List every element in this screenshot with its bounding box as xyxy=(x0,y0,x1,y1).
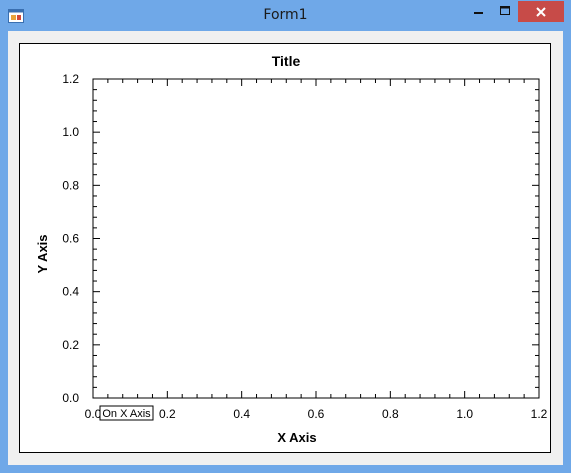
close-icon xyxy=(536,6,546,17)
x-tick-label: 1.0 xyxy=(456,407,473,421)
y-tick-label: 0.6 xyxy=(62,232,79,246)
x-axis-label: X Axis xyxy=(277,430,316,445)
y-tick-label: 1.2 xyxy=(62,72,79,86)
title-bar[interactable]: Form1 xyxy=(0,0,571,30)
plot-border xyxy=(92,78,540,399)
x-tick-label: 0.8 xyxy=(382,407,399,421)
minimize-button[interactable] xyxy=(465,1,492,21)
chart-control[interactable]: Title X Axis Y Axis 0.0 0.2 0.4 0.6 0.8 1.0 1.… xyxy=(19,43,551,453)
x-tick-label: 1.2 xyxy=(531,407,548,421)
axis-annotation: On X Axis xyxy=(99,405,154,421)
close-button[interactable] xyxy=(518,1,564,22)
chart-title: Title xyxy=(272,53,301,69)
form-window: Form1 Title X Axis Y Axis 0.0 0.2 0.4 0.6 0.… xyxy=(0,0,571,473)
minimize-icon xyxy=(473,12,483,14)
x-tick-label: 0.0 xyxy=(85,407,102,421)
form-client-area: Title X Axis Y Axis 0.0 0.2 0.4 0.6 0.8 1.0 1.… xyxy=(8,31,563,465)
plot-area: 0.0 0.2 0.4 0.6 0.8 1.0 1.2 0.0 0.2 0.4 0.6 0.8 1.0 1… xyxy=(62,72,547,421)
y-axis-label: Y Axis xyxy=(35,234,50,273)
y-tick-label: 0.4 xyxy=(62,285,79,299)
y-tick-label: 0.2 xyxy=(62,338,79,352)
x-tick-label: 0.6 xyxy=(308,407,325,421)
y-tick-label: 0.8 xyxy=(62,178,79,192)
y-tick-label: 1.0 xyxy=(62,125,79,139)
annotation-text: On X Axis xyxy=(102,408,151,420)
maximize-button[interactable] xyxy=(492,1,518,21)
x-tick-label: 0.2 xyxy=(159,407,176,421)
x-tick-label: 0.4 xyxy=(233,407,250,421)
y-tick-label: 0.0 xyxy=(62,391,79,405)
maximize-icon xyxy=(500,6,510,15)
chart-canvas: Title X Axis Y Axis 0.0 0.2 0.4 0.6 0.8 1.0 1.… xyxy=(35,53,548,445)
